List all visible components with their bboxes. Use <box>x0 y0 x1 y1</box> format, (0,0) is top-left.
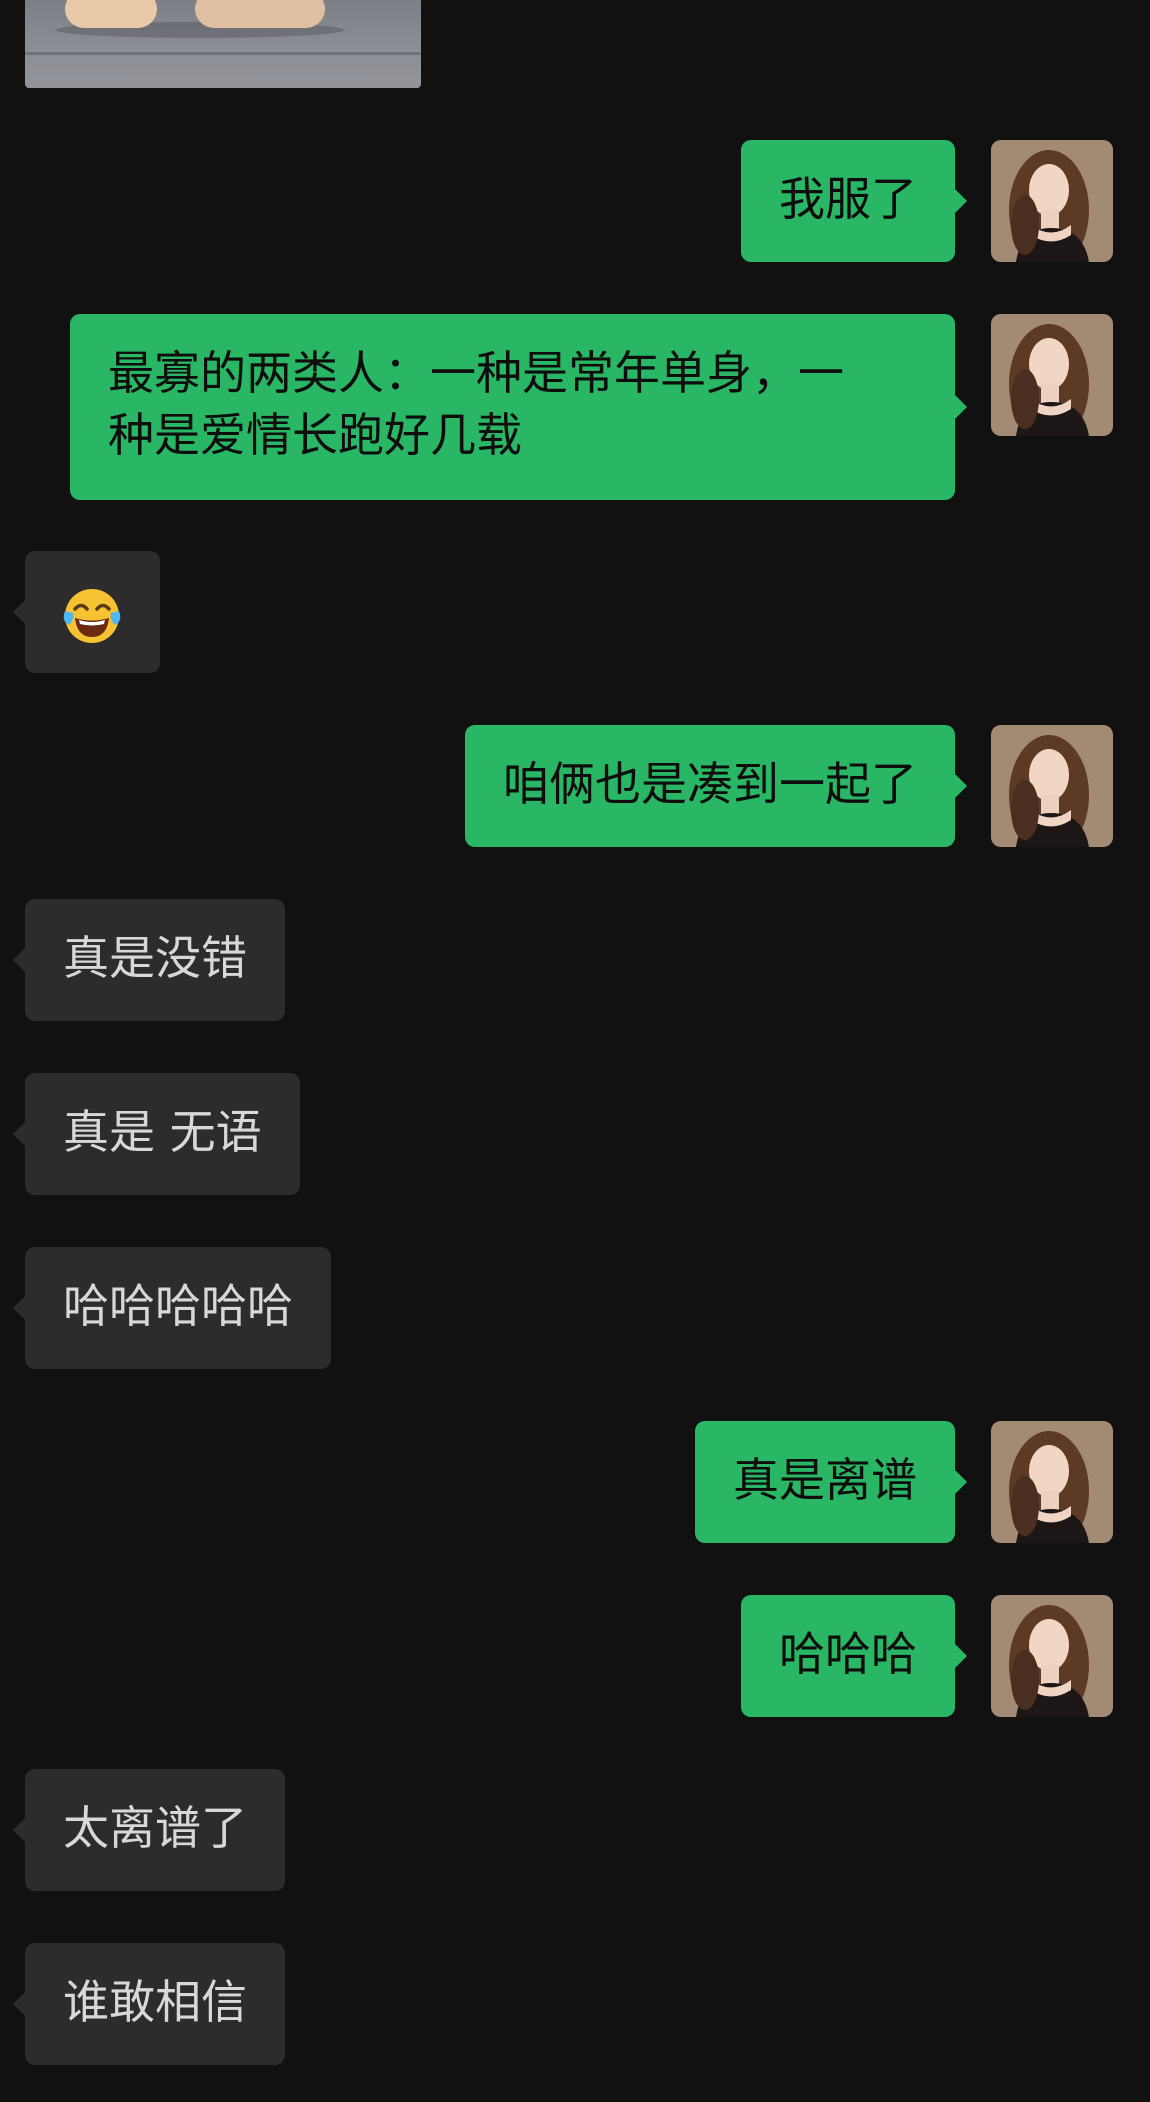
incoming-message-bubble[interactable]: 谁敢相信 <box>13 1943 285 2065</box>
outgoing-message-bubble[interactable]: 最寡的两类人：一种是常年单身，一 种是爱情长跑好几载 <box>70 314 967 500</box>
message-text: 哈哈哈哈哈 <box>63 1279 293 1333</box>
woman-portrait-icon <box>991 1595 1113 1717</box>
outgoing-message-bubble[interactable]: 真是离谱 <box>695 1421 967 1543</box>
woman-portrait-icon <box>991 314 1113 436</box>
outgoing-message-bubble[interactable]: 咱俩也是凑到一起了 <box>465 725 967 847</box>
message-text: 太离谱了 <box>63 1801 247 1855</box>
outgoing-message-bubble[interactable]: 哈哈哈 <box>741 1595 967 1717</box>
image-message-thumbnail[interactable] <box>25 0 421 88</box>
woman-portrait-icon <box>991 725 1113 847</box>
incoming-message-bubble[interactable]: 哈哈哈哈哈 <box>13 1247 331 1369</box>
message-text: 哈哈哈 <box>779 1627 917 1681</box>
incoming-message-bubble[interactable] <box>13 551 160 673</box>
message-text-line: 种是爱情长跑好几载 <box>108 408 522 462</box>
message-text: 真是没错 <box>63 931 247 985</box>
user-avatar[interactable] <box>991 725 1113 847</box>
woman-portrait-icon <box>991 1421 1113 1543</box>
user-avatar[interactable] <box>991 140 1113 262</box>
user-avatar[interactable] <box>991 1595 1113 1717</box>
message-text: 我服了 <box>779 172 917 226</box>
outgoing-message-bubble[interactable]: 我服了 <box>741 140 967 262</box>
message-text-line: 最寡的两类人：一种是常年单身，一 <box>108 346 844 400</box>
message-text: 真是离谱 <box>733 1453 917 1507</box>
woman-portrait-icon <box>991 140 1113 262</box>
user-avatar[interactable] <box>991 1421 1113 1543</box>
face-with-tears-of-joy-icon <box>63 588 121 643</box>
photo-detail <box>195 0 325 28</box>
message-text: 真是 无语 <box>63 1105 262 1159</box>
incoming-message-bubble[interactable]: 真是没错 <box>13 899 285 1021</box>
user-avatar[interactable] <box>991 314 1113 436</box>
photo-detail <box>65 0 157 28</box>
photo-detail <box>25 52 421 55</box>
incoming-message-bubble[interactable]: 真是 无语 <box>13 1073 300 1195</box>
message-text: 咱俩也是凑到一起了 <box>503 757 917 811</box>
message-text: 谁敢相信 <box>63 1975 247 2029</box>
incoming-message-bubble[interactable]: 太离谱了 <box>13 1769 285 1891</box>
